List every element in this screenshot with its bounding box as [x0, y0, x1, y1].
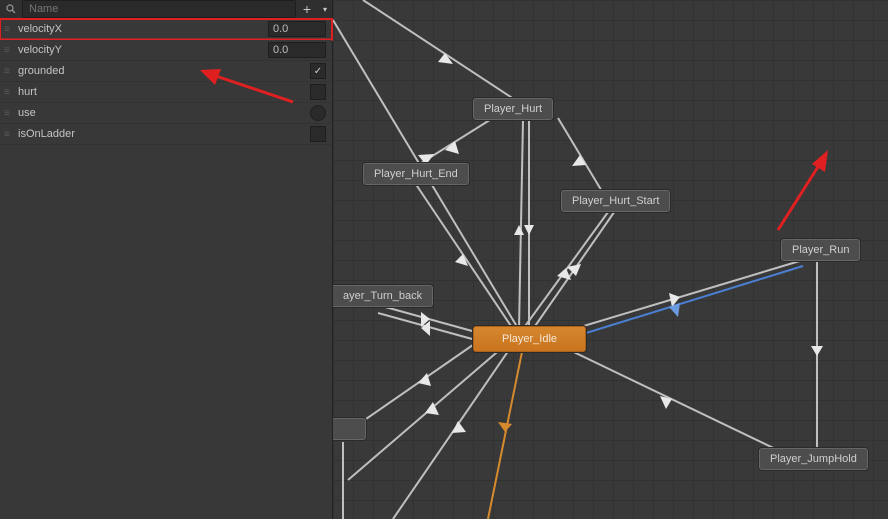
- parameter-row-velocityY[interactable]: ≡ velocityY: [0, 40, 332, 61]
- drag-handle-icon[interactable]: ≡: [4, 87, 12, 98]
- parameter-row-hurt[interactable]: ≡ hurt: [0, 82, 332, 103]
- drag-handle-icon[interactable]: ≡: [4, 66, 12, 77]
- parameter-bool-checkbox[interactable]: [310, 84, 326, 100]
- node-label: Player_Hurt: [484, 103, 542, 115]
- state-node-player-hurt-start[interactable]: Player_Hurt_Start: [561, 190, 670, 212]
- state-node-player-hurt-end[interactable]: Player_Hurt_End: [363, 163, 469, 185]
- parameters-panel: + ▾ ≡ velocityX ≡ velocityY ≡ grounded ✓…: [0, 0, 333, 519]
- parameter-name: use: [18, 107, 278, 119]
- parameter-row-velocityX[interactable]: ≡ velocityX: [0, 19, 332, 40]
- parameter-bool-checkbox[interactable]: [310, 126, 326, 142]
- node-label: Player_Idle: [502, 333, 557, 345]
- search-icon: [4, 2, 18, 16]
- drag-handle-icon[interactable]: ≡: [4, 45, 12, 56]
- parameter-row-grounded[interactable]: ≡ grounded ✓: [0, 61, 332, 82]
- drag-handle-icon[interactable]: ≡: [4, 129, 12, 140]
- state-node-player-idle[interactable]: Player_Idle: [473, 326, 586, 352]
- drag-handle-icon[interactable]: ≡: [4, 108, 12, 119]
- node-label: Player_Run: [792, 244, 849, 256]
- node-label: Player_JumpHold: [770, 453, 857, 465]
- state-node-player-run[interactable]: Player_Run: [781, 239, 860, 261]
- parameter-name: hurt: [18, 86, 278, 98]
- node-label: Player_Hurt_End: [374, 168, 458, 180]
- add-parameter-button[interactable]: +: [296, 1, 318, 17]
- parameter-row-use[interactable]: ≡ use: [0, 103, 332, 124]
- parameter-name: isOnLadder: [18, 128, 278, 140]
- state-node-player-jumphold[interactable]: Player_JumpHold: [759, 448, 868, 470]
- parameter-search-input[interactable]: [22, 0, 296, 18]
- parameter-trigger-radio[interactable]: [310, 105, 326, 121]
- parameter-name: velocityX: [18, 23, 268, 35]
- drag-handle-icon[interactable]: ≡: [4, 24, 12, 35]
- add-parameter-dropdown[interactable]: ▾: [318, 1, 332, 17]
- parameter-float-field[interactable]: [268, 21, 326, 37]
- parameter-bool-checkbox[interactable]: ✓: [310, 63, 326, 79]
- node-label: ayer_Turn_back: [343, 290, 422, 302]
- node-label: Player_Hurt_Start: [572, 195, 659, 207]
- state-node-player-turn-back[interactable]: ayer_Turn_back: [333, 285, 433, 307]
- state-node-offscreen[interactable]: [333, 418, 366, 440]
- parameter-search-row: + ▾: [0, 0, 332, 19]
- parameter-float-field[interactable]: [268, 42, 326, 58]
- animator-graph[interactable]: Player_Hurt Player_Hurt_End Player_Hurt_…: [333, 0, 888, 519]
- state-node-player-hurt[interactable]: Player_Hurt: [473, 98, 553, 120]
- parameter-name: velocityY: [18, 44, 268, 56]
- parameter-row-isOnLadder[interactable]: ≡ isOnLadder: [0, 124, 332, 145]
- parameter-name: grounded: [18, 65, 278, 77]
